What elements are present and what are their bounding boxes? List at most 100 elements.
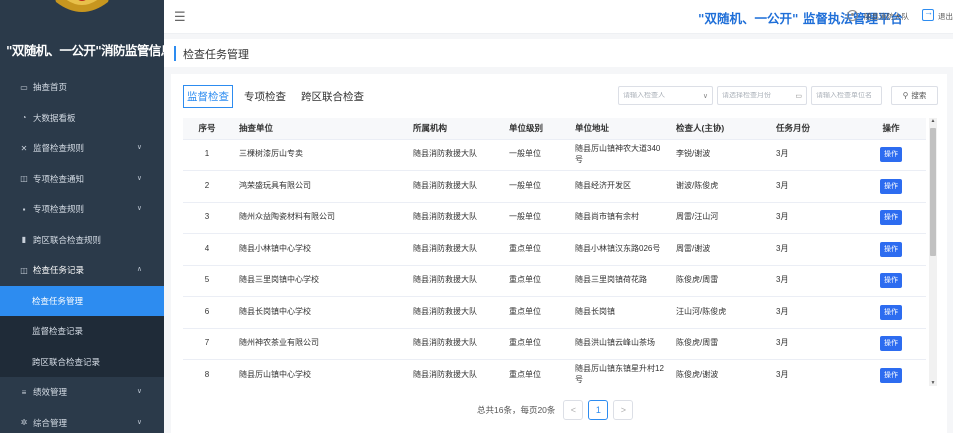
- cell-org: 随县消防救援大队: [405, 328, 501, 360]
- sidebar-item-dashboard[interactable]: ◔ 大数据看板: [0, 103, 164, 134]
- gear-icon: ✲: [20, 418, 28, 428]
- cell-org: 随县消防救援大队: [405, 233, 501, 266]
- cell-address: 随县厉山镇东镇星升村12号: [567, 359, 668, 386]
- table-row: 7 随州神农茶业有限公司 随县消防救援大队 重点单位 随县洪山镇云峰山茶场 陈俊…: [183, 328, 926, 360]
- cell-month: 3月: [768, 139, 856, 171]
- sidebar-item-label: 大数据看板: [33, 112, 76, 123]
- cell-no: 2: [183, 170, 231, 203]
- inspector-select[interactable]: ∨: [618, 86, 713, 105]
- inspector-input[interactable]: [623, 92, 701, 99]
- search-icon: ⚲: [902, 91, 909, 100]
- table-scrollbar[interactable]: ▲ ▼: [929, 118, 937, 386]
- chevron-down-icon: ∨: [136, 144, 142, 151]
- cell-level: 重点单位: [501, 328, 567, 360]
- column-header: 任务月份: [768, 118, 856, 140]
- operate-button[interactable]: 操作: [880, 147, 902, 163]
- cell-op: 操作: [856, 265, 926, 297]
- unit-input[interactable]: [816, 92, 877, 99]
- cell-level: 一般单位: [501, 139, 567, 171]
- month-input[interactable]: [722, 92, 794, 99]
- tab-special-inspection[interactable]: 专项检查: [240, 85, 290, 108]
- sidebar-item-label: 监督检查记录: [32, 326, 84, 337]
- title-accent-bar: [174, 46, 176, 61]
- scroll-down-icon[interactable]: ▼: [929, 380, 937, 386]
- page-number-button[interactable]: 1: [588, 400, 609, 420]
- cell-no: 6: [183, 296, 231, 329]
- cell-org: 随县消防救援大队: [405, 265, 501, 297]
- chevron-down-icon: ∨: [136, 388, 142, 395]
- table-row: 4 随县小林镇中心学校 随县消防救援大队 重点单位 随县小林镇汉东路026号 周…: [183, 233, 926, 266]
- sidebar-item-inspection-rules[interactable]: ✕ 监督检查规则 ∨: [0, 133, 164, 164]
- record-icon: ◫: [20, 265, 28, 275]
- sidebar-item-home[interactable]: ▭ 抽查首页: [0, 72, 164, 103]
- operate-button[interactable]: 操作: [880, 367, 902, 383]
- monitor-icon: ▭: [20, 82, 28, 92]
- cell-unit: 随县长岗镇中心学校: [231, 296, 405, 329]
- chevron-down-icon: ∨: [702, 92, 708, 100]
- cell-inspector: 陈俊虎/谢波: [668, 359, 768, 386]
- table-row: 5 随县三里岗镇中心学校 随县消防救援大队 重点单位 随县三里岗镇荷花路 陈俊虎…: [183, 265, 926, 297]
- sidebar-item-task-management[interactable]: 检查任务管理: [0, 285, 164, 316]
- tab-cross-region-inspection[interactable]: 跨区联合检查: [297, 85, 368, 108]
- sidebar-item-special-rules[interactable]: ▪ 专项检查规则 ∨: [0, 194, 164, 225]
- sidebar-item-label: 检查任务管理: [32, 295, 84, 306]
- cell-level: 重点单位: [501, 233, 567, 266]
- cell-unit: 随县厉山镇中心学校: [231, 359, 405, 386]
- operate-button[interactable]: 操作: [880, 336, 902, 352]
- column-header: 单位级别: [501, 118, 567, 140]
- cell-address: 随县三里岗镇荷花路: [567, 265, 668, 297]
- table-row: 8 随县厉山镇中心学校 随县消防救援大队 重点单位 随县厉山镇东镇星升村12号 …: [183, 359, 926, 386]
- cell-inspector: 汪山河/陈俊虎: [668, 296, 768, 329]
- cell-level: 一般单位: [501, 170, 567, 203]
- table-header-row: 序号 抽查单位 所属机构 单位级别 单位地址 检查人(主协) 任务月份 操作: [183, 118, 926, 140]
- next-page-button[interactable]: >: [613, 400, 634, 420]
- month-picker[interactable]: ▭: [717, 86, 807, 105]
- scroll-up-icon[interactable]: ▲: [929, 118, 937, 124]
- chart-icon: ▮: [21, 235, 27, 245]
- sidebar-item-task-records[interactable]: ◫ 检查任务记录 ∧: [0, 255, 164, 286]
- sidebar-item-special-notice[interactable]: ◫ 专项检查通知 ∨: [0, 164, 164, 195]
- table-row: 6 随县长岗镇中心学校 随县消防救援大队 重点单位 随县长岗镇 汪山河/陈俊虎 …: [183, 296, 926, 329]
- sidebar-item-general[interactable]: ✲ 综合管理 ∨: [0, 408, 164, 433]
- cell-op: 操作: [856, 202, 926, 234]
- tab-supervision-inspection[interactable]: 监督检查: [183, 85, 233, 108]
- unit-field[interactable]: [811, 86, 882, 105]
- tools-icon: ✕: [20, 143, 28, 153]
- operate-button[interactable]: 操作: [880, 241, 902, 257]
- scroll-thumb[interactable]: [930, 128, 936, 256]
- cell-org: 随县消防救援大队: [405, 296, 501, 329]
- operate-button[interactable]: 操作: [880, 210, 902, 226]
- cell-level: 一般单位: [501, 202, 567, 234]
- operate-button[interactable]: 操作: [880, 273, 902, 289]
- sidebar-item-performance[interactable]: ≡ 绩效管理 ∨: [0, 377, 164, 408]
- dashboard-icon: ◔: [21, 113, 27, 123]
- logout-icon[interactable]: [922, 7, 934, 21]
- search-button[interactable]: ⚲ 搜索: [891, 86, 938, 105]
- sidebar-item-inspection-records[interactable]: 监督检查记录: [0, 316, 164, 347]
- sidebar-item-label: 抽查首页: [33, 82, 68, 93]
- notice-icon: ◫: [20, 174, 28, 184]
- prev-page-button[interactable]: <: [563, 400, 584, 420]
- topbar: ☰ "双随机、一公开" 监督执法管理平台 随县消防大队 退出: [164, 0, 953, 34]
- cell-unit: 随县小林镇中心学校: [231, 233, 405, 266]
- cell-address: 随县小林镇汉东路026号: [567, 233, 668, 266]
- operate-button[interactable]: 操作: [880, 304, 902, 320]
- task-table: 序号 抽查单位 所属机构 单位级别 单位地址 检查人(主协) 任务月份 操作 1…: [183, 118, 926, 386]
- page-header: 检查任务管理: [164, 39, 953, 67]
- cell-level: 重点单位: [501, 296, 567, 329]
- menu-toggle-icon[interactable]: ☰: [174, 9, 186, 25]
- operate-button[interactable]: 操作: [880, 178, 902, 194]
- sidebar-item-cross-region-records[interactable]: 跨区联合检查记录: [0, 346, 164, 377]
- cell-address: 随县厉山镇神农大道340号: [567, 139, 668, 171]
- cell-level: 重点单位: [501, 359, 567, 386]
- sidebar-item-cross-region-rules[interactable]: ▮ 跨区联合检查规则: [0, 225, 164, 256]
- column-header: 操作: [856, 118, 926, 140]
- sidebar-item-label: 绩效管理: [33, 387, 68, 398]
- task-table-wrapper: 序号 抽查单位 所属机构 单位级别 单位地址 检查人(主协) 任务月份 操作 1…: [183, 118, 935, 386]
- column-header: 单位地址: [567, 118, 668, 140]
- sidebar-menu: ▭ 抽查首页 ◔ 大数据看板 ✕ 监督检查规则 ∨ ◫ 专项检查通知 ∨ ▪ 专…: [0, 72, 164, 433]
- user-icon: [847, 10, 858, 21]
- cell-no: 4: [183, 233, 231, 266]
- cell-month: 3月: [768, 296, 856, 329]
- logout-button[interactable]: 退出: [938, 11, 953, 22]
